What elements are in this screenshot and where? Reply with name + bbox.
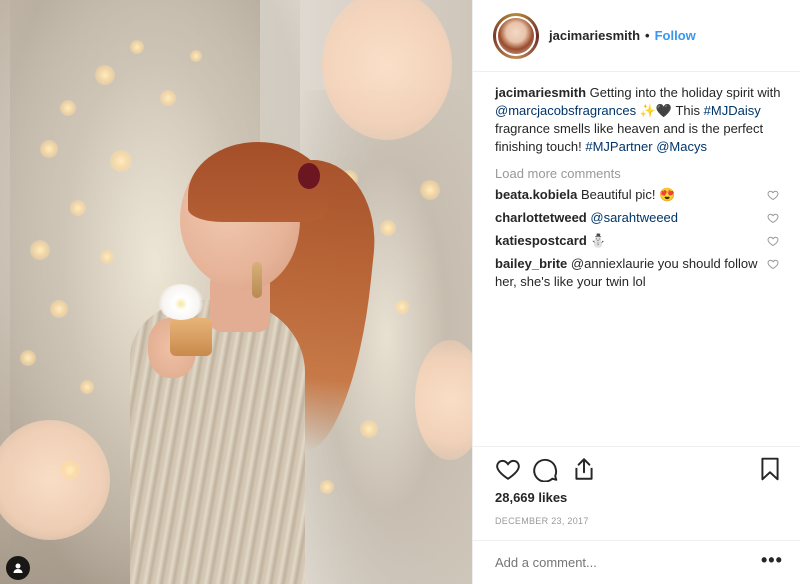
caption-text: Getting into the holiday spirit with [589,85,781,100]
comment-like-heart-icon[interactable] [767,212,779,224]
daisy-flower [158,284,204,320]
comments-list: jacimariesmith Getting into the holiday … [495,84,791,291]
comment-username[interactable]: katiespostcard [495,233,587,248]
comment-username[interactable]: beata.kobiela [495,187,577,202]
avatar[interactable] [496,15,536,56]
comment-like-heart-icon[interactable] [767,235,779,247]
bokeh-light [60,460,80,480]
bokeh-light [360,420,378,438]
comment-icon[interactable] [533,456,559,482]
caption-mention[interactable]: @marcjacobsfragrances [495,103,636,118]
bokeh-light [130,40,144,54]
caption-emoji: ✨🖤 [639,103,673,118]
comment-username[interactable]: bailey_brite [495,256,567,271]
bokeh-light [380,220,396,236]
comment-text[interactable]: @sarahtweeed [590,210,678,225]
caption-mention[interactable]: @Macys [656,139,707,154]
bokeh-light [320,480,334,494]
story-ring[interactable] [493,12,539,59]
post-date[interactable]: DECEMBER 23, 2017 [495,516,589,526]
caption-hashtag[interactable]: #MJDaisy [704,103,761,118]
post-actions [495,456,791,484]
bokeh-light [160,90,176,106]
bokeh-light [95,65,115,85]
comment-like-heart-icon[interactable] [767,189,779,201]
bokeh-light [395,300,409,314]
bokeh-light [30,240,50,260]
add-comment-input[interactable] [495,555,735,570]
comment-item: beata.kobiela Beautiful pic! 😍 [495,186,791,204]
user-tag-icon[interactable] [6,556,30,580]
post-side-panel: jacimariesmith • Follow jacimariesmith G… [472,0,800,584]
comment-item: katiespostcard ⛄ [495,232,791,250]
bokeh-light [70,200,86,216]
bokeh-light [60,100,76,116]
share-icon[interactable] [571,456,597,482]
post-caption: jacimariesmith Getting into the holiday … [495,84,791,156]
caption-text: This [675,103,701,118]
earring [252,262,262,298]
more-options-button[interactable]: ••• [761,550,783,571]
comment-item: bailey_brite @anniexlaurie you should fo… [495,255,791,291]
comment-item: charlottetweed @sarahtweeed [495,209,791,227]
caption-hashtag[interactable]: #MJPartner [585,139,652,154]
comment-username[interactable]: charlottetweed [495,210,587,225]
divider [473,446,800,447]
bokeh-light [40,140,58,158]
heart-icon[interactable] [495,456,521,482]
bokeh-light [50,300,68,318]
bokeh-light [190,50,202,62]
comment-text: ⛄ [590,233,607,248]
post-photo[interactable] [0,0,472,584]
bookmark-icon[interactable] [757,456,783,482]
load-more-comments-button[interactable]: Load more comments [495,166,791,181]
scrunchie [298,163,320,189]
follow-button[interactable]: Follow [655,28,696,43]
perfume-bottle [170,318,212,356]
bokeh-light [80,380,94,394]
bokeh-light [20,350,36,366]
bokeh-light [100,250,114,264]
bokeh-light [420,180,440,200]
post-header: jacimariesmith • Follow [473,0,800,72]
bokeh-light [110,150,132,172]
caption-username[interactable]: jacimariesmith [495,85,586,100]
header-username[interactable]: jacimariesmith [549,28,640,43]
comment-like-heart-icon[interactable] [767,258,779,270]
comment-text: Beautiful pic! 😍 [581,187,676,202]
like-count[interactable]: 28,669 likes [495,490,567,505]
separator-dot: • [645,28,650,43]
